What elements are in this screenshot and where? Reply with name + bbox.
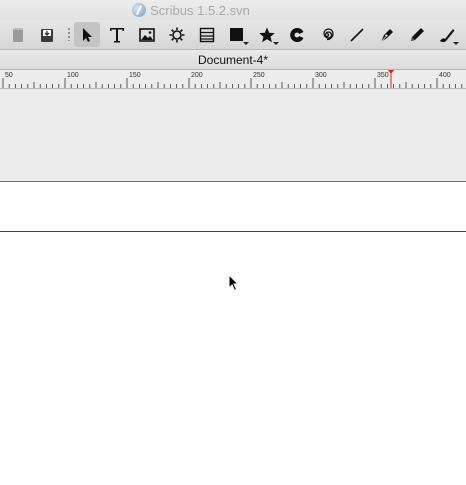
document-tab[interactable]: Document-4* [0, 50, 466, 70]
select-tool-button[interactable] [74, 22, 100, 47]
line-icon [350, 27, 364, 42]
document-page[interactable] [0, 182, 466, 485]
app-titlebar: Scribus 1.5.2.svn [0, 0, 466, 20]
ruler-label: 300 [315, 72, 327, 79]
polygon-button[interactable] [254, 22, 280, 47]
shape-button[interactable] [224, 22, 250, 47]
toolbar [0, 20, 466, 50]
shape-icon [230, 27, 243, 41]
copy-icon [13, 27, 23, 42]
scribus-logo-icon [132, 3, 147, 17]
arc-icon [290, 27, 304, 42]
document-tab-title: Document-4* [197, 52, 269, 67]
freehand-icon [411, 27, 424, 41]
ruler-label: 100 [67, 72, 79, 79]
render-frame-icon [169, 27, 185, 42]
polygon-icon [259, 27, 275, 42]
ruler-label: 50 [5, 72, 13, 79]
ruler-label: 400 [439, 72, 451, 79]
ruler-label: 350 [377, 72, 389, 79]
ruler-label: 200 [191, 72, 203, 79]
line-button[interactable] [344, 22, 370, 47]
ruler-label: 250 [253, 72, 265, 79]
save-button[interactable] [34, 22, 60, 47]
bezier-button[interactable] [374, 22, 400, 47]
text-frame-icon [110, 27, 124, 42]
pasteboard[interactable] [0, 89, 466, 181]
image-frame-button[interactable] [134, 22, 160, 47]
mouse-cursor-icon [228, 274, 240, 292]
copy-button[interactable] [5, 22, 31, 47]
freehand-button[interactable] [404, 22, 430, 47]
render-frame-button[interactable] [164, 22, 190, 47]
calligraphic-button[interactable] [434, 22, 460, 47]
spiral-button[interactable] [314, 22, 340, 47]
toolbar-separator [68, 27, 70, 41]
ruler-scale: 50 100 150 200 250 300 350 400 [2, 70, 463, 88]
chevron-down-icon [273, 42, 279, 45]
text-frame-button[interactable] [104, 22, 130, 47]
spiral-icon [323, 27, 334, 40]
image-frame-icon [139, 27, 155, 42]
app-title-text: Scribus 1.5.2.svn [150, 2, 250, 18]
calligraphic-icon [440, 28, 455, 42]
app-title: Scribus 1.5.2.svn [0, 0, 466, 20]
bezier-icon [380, 28, 393, 42]
margin-guide-line[interactable] [0, 231, 466, 232]
chevron-down-icon [243, 42, 249, 45]
arc-button[interactable] [284, 22, 310, 47]
select-icon [83, 27, 92, 42]
chevron-down-icon [453, 42, 459, 45]
ruler-label: 150 [129, 72, 141, 79]
save-icon [41, 28, 53, 42]
horizontal-ruler[interactable]: 50 100 150 200 250 300 350 400 [0, 70, 466, 89]
table-button[interactable] [194, 22, 220, 47]
table-icon [199, 27, 215, 42]
